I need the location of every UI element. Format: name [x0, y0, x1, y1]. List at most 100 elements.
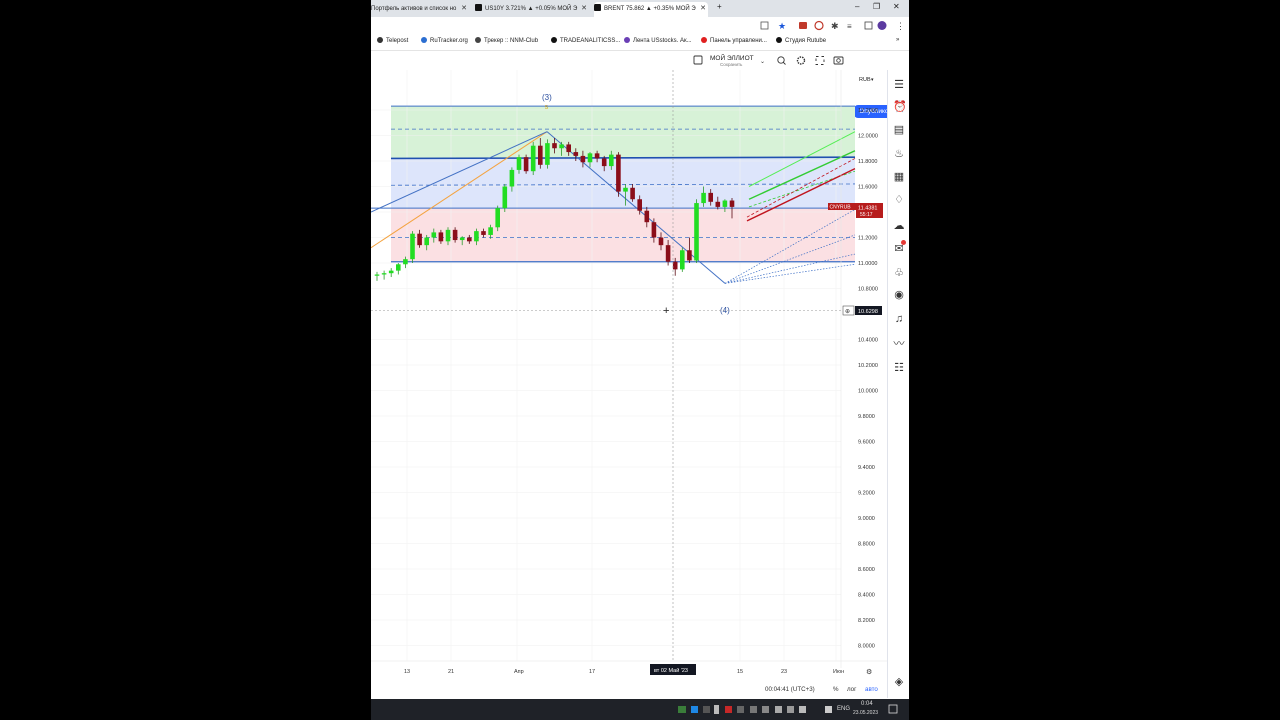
candle-body — [715, 201, 721, 207]
bookmark-panel[interactable]: Панель управлени... — [701, 37, 767, 44]
language-indicator[interactable]: ENG — [837, 706, 850, 712]
layers-icon[interactable]: ◈ — [893, 676, 905, 688]
taskbar-time[interactable]: 0:04 — [861, 701, 873, 707]
bookmark-telepost[interactable]: Telepost — [377, 37, 408, 44]
layout-name[interactable]: МОЙ ЭЛЛИОТ — [710, 53, 754, 62]
network-icon[interactable] — [799, 706, 806, 713]
object-tree-icon[interactable]: ☷ — [893, 362, 905, 374]
layout-icon[interactable] — [693, 55, 703, 65]
currency-selector[interactable]: RUB — [859, 77, 871, 83]
new-tab-button[interactable]: + — [717, 2, 722, 11]
candle-body — [459, 237, 465, 241]
right-sidebar: ☰ ⏰ ▤ ♨ ▦ ♢ ☁ ✉ ♧ ◉ ♫ 〰 ☷ ◈ — [887, 70, 909, 698]
candle-body — [559, 144, 564, 149]
tab-portfolio[interactable]: Портфель активов и список но ✕ — [371, 2, 469, 17]
fullscreen-icon[interactable] — [815, 56, 825, 65]
layout-save-status[interactable]: Сохранить — [720, 62, 743, 67]
close-icon[interactable]: ✕ — [581, 2, 587, 16]
bell-icon[interactable]: ♫ — [893, 313, 905, 325]
restore-icon[interactable]: ❐ — [873, 2, 880, 11]
telegram-icon[interactable] — [691, 706, 698, 713]
tray-icons — [678, 704, 898, 714]
chevron-down-icon[interactable]: ▾ — [871, 77, 874, 83]
bookmark-tradeanalitics[interactable]: TRADEANALITICSS... — [551, 37, 620, 44]
broadcast-icon[interactable]: ◉ — [893, 289, 905, 301]
bookmarks-more[interactable]: » — [896, 37, 899, 43]
candle-body — [594, 153, 600, 159]
bookmark-rutube[interactable]: Студия Rutube — [776, 37, 826, 44]
candle-body — [694, 203, 699, 261]
kebab-menu-icon[interactable]: ⋮ — [896, 21, 905, 31]
notifications-icon[interactable] — [888, 704, 898, 714]
gear-icon[interactable] — [796, 56, 806, 65]
crosshair-price: 10.6298 — [858, 309, 878, 315]
volume-icon[interactable] — [825, 706, 832, 713]
nvidia-icon[interactable] — [678, 706, 686, 713]
candle-body — [452, 229, 458, 241]
chevron-down-icon[interactable]: ⌄ — [760, 59, 765, 65]
menu-list-icon[interactable]: ≡ — [847, 22, 852, 31]
close-window-icon[interactable]: ✕ — [893, 2, 900, 11]
time-axis[interactable]: 13 21 Апр 17 15 23 Июн — [371, 660, 887, 675]
percent-toggle[interactable]: % — [833, 686, 839, 693]
tab-brent[interactable]: BRENT 75.862 ▲ +0.35% МОЙ Э ✕ — [594, 2, 708, 17]
search-icon[interactable] — [777, 56, 785, 64]
auto-toggle[interactable]: авто — [865, 686, 878, 693]
bookmark-nnm[interactable]: Трекер :: NNM-Club — [475, 37, 538, 44]
candle-body — [467, 237, 472, 242]
puzzle-icon[interactable]: ✱ — [831, 21, 839, 31]
app-icon[interactable] — [725, 706, 732, 713]
y-tick-label: 11.2000 — [858, 236, 877, 242]
settings-icon[interactable]: ⚙ — [866, 668, 872, 676]
bookmark-star-icon[interactable]: ★ — [778, 21, 786, 31]
cloud-chat-icon[interactable]: ☁ — [893, 220, 905, 232]
candle-body — [481, 231, 486, 235]
clock[interactable]: 00:04:41 (UTC+3) — [765, 686, 815, 693]
idea-bulb-icon[interactable]: ♢ — [893, 194, 905, 206]
candle-body — [552, 143, 557, 149]
close-icon[interactable]: ✕ — [461, 2, 467, 16]
chart-area[interactable]: 12.200012.000011.800011.600011.400011.20… — [371, 70, 887, 698]
wave-label-3[interactable]: (3) — [542, 93, 552, 102]
watchlist-icon[interactable]: ☰ — [893, 79, 905, 91]
taskbar-date[interactable]: 23.05.2023 — [853, 710, 878, 716]
calendar-icon[interactable]: ▦ — [893, 171, 905, 183]
app-icon[interactable] — [762, 706, 769, 713]
app-icon[interactable] — [703, 706, 710, 713]
app-icon[interactable] — [775, 706, 782, 713]
news-icon[interactable]: ▤ — [893, 124, 905, 136]
y-tick-label: 8.6000 — [858, 567, 875, 573]
candle-body — [445, 229, 451, 242]
bookmark-icon — [624, 37, 630, 43]
candle-body — [729, 200, 735, 207]
trend-icon[interactable]: 〰 — [893, 338, 905, 350]
camera-icon[interactable] — [833, 56, 844, 65]
avatar[interactable] — [877, 21, 887, 30]
block-icon[interactable] — [814, 20, 824, 31]
microphone-icon[interactable] — [714, 705, 719, 714]
bookmark-rutracker[interactable]: RuTracker.org — [421, 37, 468, 44]
candle-body — [495, 208, 500, 228]
candle-body — [388, 270, 394, 274]
tab-us10y[interactable]: US10Y 3.721% ▲ +0.05% МОЙ Э ✕ — [475, 2, 589, 17]
help-icon[interactable]: ♧ — [893, 267, 905, 279]
log-toggle[interactable]: лог — [847, 686, 857, 693]
bookmark-usstocks[interactable]: Лента USstocks. Ак... — [624, 37, 692, 44]
tab-label: US10Y 3.721% ▲ +0.05% МОЙ Э — [485, 6, 578, 12]
extension-icon[interactable] — [799, 22, 807, 29]
fib-zone-green — [391, 106, 855, 159]
y-tick-label: 9.0000 — [858, 516, 875, 522]
crosshair-date-badge[interactable]: вт 02 Май '23 — [650, 664, 696, 675]
share-icon[interactable] — [760, 21, 769, 30]
tab-bar: Портфель активов и список но ✕ US10Y 3.7… — [371, 0, 909, 17]
alarm-clock-icon[interactable]: ⏰ — [893, 101, 907, 113]
app-icon[interactable] — [750, 706, 757, 713]
app-icon[interactable] — [737, 706, 744, 713]
y-tick-label: 11.0000 — [858, 261, 877, 267]
close-icon[interactable]: ✕ — [700, 2, 706, 16]
hotlist-icon[interactable]: ♨ — [893, 148, 905, 160]
sidepanel-icon[interactable] — [864, 21, 873, 30]
app-icon[interactable] — [787, 706, 794, 713]
minimize-icon[interactable]: – — [855, 2, 859, 11]
crosshair-price-badge[interactable]: ⊕ 10.6298 — [842, 305, 882, 316]
